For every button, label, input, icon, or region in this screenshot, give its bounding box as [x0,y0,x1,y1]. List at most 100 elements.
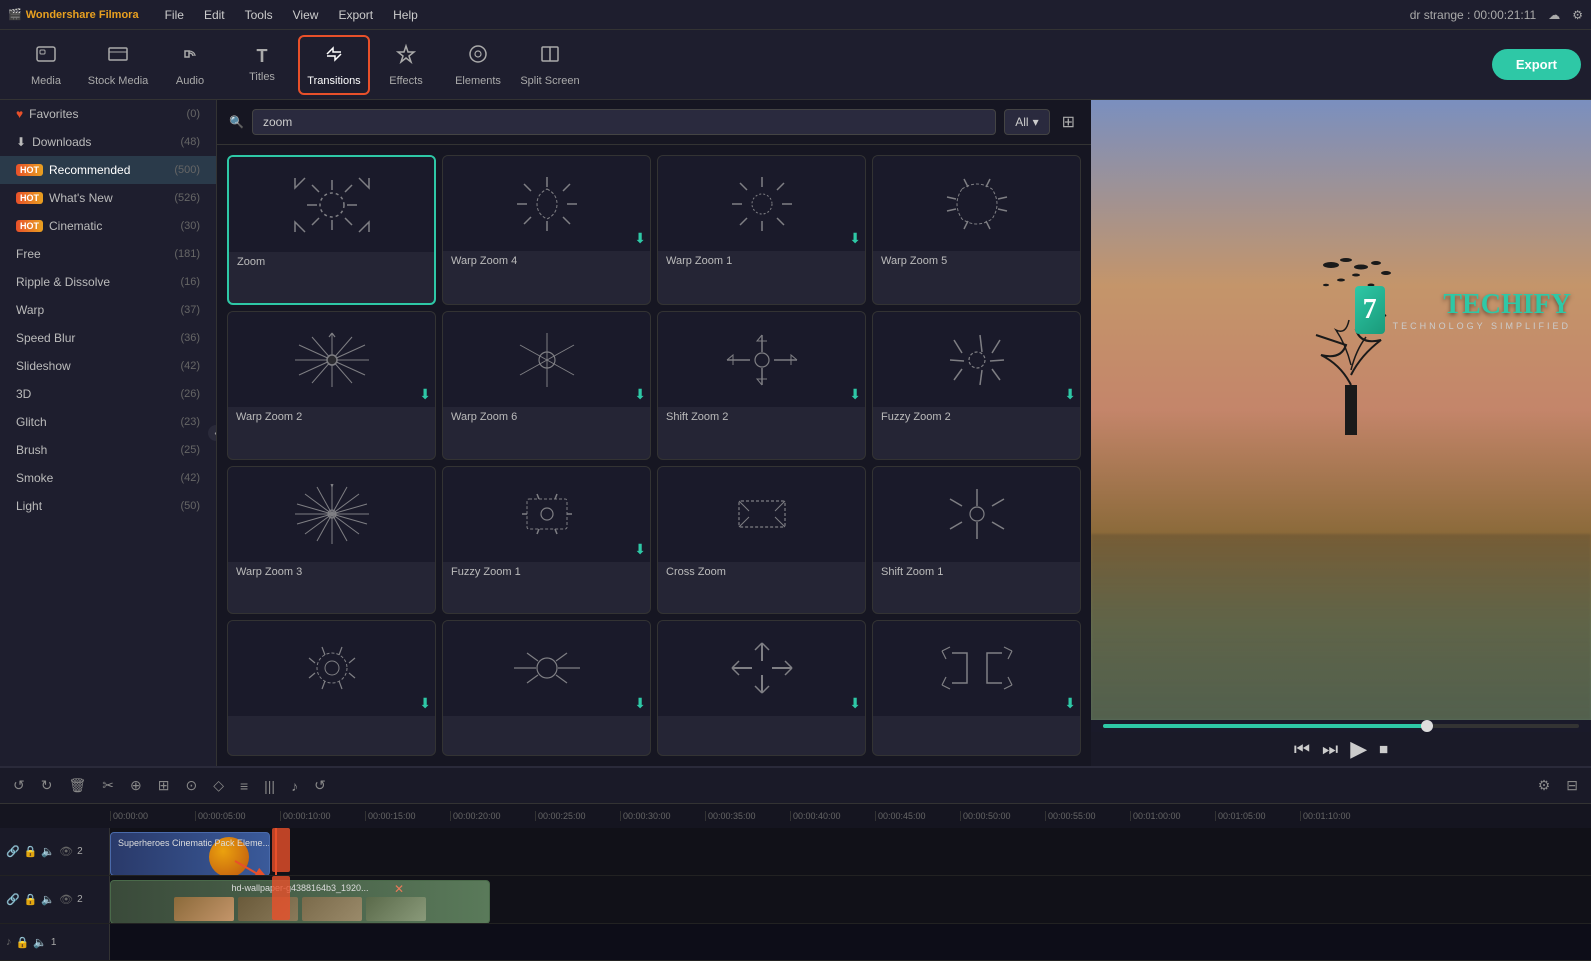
group-button[interactable]: ⊞ [153,774,175,797]
track-eye-icon[interactable]: 👁 [59,845,73,858]
export-button[interactable]: Export [1492,49,1581,80]
ruler-mark: 00:00:05:00 [195,811,280,821]
video-clip-wallpaper[interactable]: hd-wallpaper-g4388164b3_1920... [110,880,490,923]
skip-back-button[interactable]: ⏮ [1294,739,1310,760]
transition-warp-zoom-3-thumb [228,467,435,562]
ruler-mark: 00:00:00 [110,811,195,821]
transition-warp-zoom-5[interactable]: Warp Zoom 5 [872,155,1081,305]
toolbar-audio[interactable]: Audio [154,35,226,95]
sidebar-item-brush[interactable]: Brush (25) [0,436,216,464]
track-vol-icon[interactable]: 🔈 [33,936,47,949]
marker-button[interactable]: ◇ [208,774,229,797]
download-icon[interactable]: ⬇ [634,541,646,558]
play-button[interactable]: ▶ [1350,736,1367,762]
transition-warp-zoom-1[interactable]: ⬇ Warp Zoom 1 [657,155,866,305]
transition-shift-zoom-1[interactable]: Shift Zoom 1 [872,466,1081,614]
sidebar-item-whats-new[interactable]: HOT What's New (526) [0,184,216,212]
progress-handle[interactable] [1421,720,1433,732]
sidebar-item-smoke[interactable]: Smoke (42) [0,464,216,492]
sidebar-item-speed-blur[interactable]: Speed Blur (36) [0,324,216,352]
toolbar-titles-label: Titles [249,71,275,83]
menu-edit[interactable]: Edit [194,0,235,29]
transition-zoom[interactable]: Zoom [227,155,436,305]
download-icon[interactable]: ⬇ [634,230,646,247]
sidebar-item-light[interactable]: Light (50) [0,492,216,520]
transition-row4-2[interactable]: ⬇ [442,620,651,756]
toolbar-effects[interactable]: Effects [370,35,442,95]
download-icon[interactable]: ⬇ [849,386,861,403]
track-link-icon-v2[interactable]: 🔗 [6,893,20,906]
sidebar-item-glitch[interactable]: Glitch (23) [0,408,216,436]
transition-cross-zoom[interactable]: Cross Zoom [657,466,866,614]
download-icon[interactable]: ⬇ [634,386,646,403]
menu-file[interactable]: File [155,0,194,29]
transition-row4-3[interactable]: ⬇ [657,620,866,756]
filter-label: All [1015,115,1028,129]
menu-export[interactable]: Export [328,0,383,29]
track-audio-icon-v2[interactable]: 🔈 [41,893,55,906]
crop-button[interactable]: ⊕ [125,774,147,797]
sidebar-item-favorites[interactable]: ♥ Favorites (0) [0,100,216,128]
menu-tools[interactable]: Tools [235,0,283,29]
full-screen-timeline-button[interactable]: ⊟ [1561,774,1583,797]
step-back-button[interactable]: ⏭ [1322,739,1338,760]
freeze-button[interactable]: ⊙ [180,774,202,797]
download-icon[interactable]: ⬇ [1064,386,1076,403]
toolbar-titles[interactable]: T Titles [226,35,298,95]
sidebar-item-recommended[interactable]: HOT Recommended (500) [0,156,216,184]
sidebar-item-slideshow[interactable]: Slideshow (42) [0,352,216,380]
transition-warp-zoom-3[interactable]: Warp Zoom 3 [227,466,436,614]
delete-button[interactable]: 🗑 [63,774,91,797]
track-audio-icon[interactable]: 🔈 [41,845,55,858]
reset-button[interactable]: ↺ [309,774,331,797]
render-button[interactable]: ⚙ [1533,774,1556,797]
cut-button[interactable]: ✂ [97,774,119,797]
redo-button[interactable]: ↻ [36,774,58,797]
sidebar-item-downloads[interactable]: ⬇ Downloads (48) [0,128,216,156]
search-filter[interactable]: All ▾ [1004,109,1049,135]
preview-progress-bar[interactable] [1103,724,1579,728]
sidebar-item-free[interactable]: Free (181) [0,240,216,268]
download-icon[interactable]: ⬇ [849,695,861,712]
search-input[interactable] [252,109,996,135]
ripple-button[interactable]: ||| [259,775,280,797]
track-lock-icon-a[interactable]: 🔒 [16,936,30,949]
toolbar-media[interactable]: Media [10,35,82,95]
sidebar-item-warp[interactable]: Warp (37) [0,296,216,324]
transition-fuzzy-zoom-2[interactable]: ⬇ Fuzzy Zoom 2 [872,311,1081,459]
playhead[interactable] [275,828,277,875]
stop-button[interactable]: ⏹ [1379,739,1388,760]
download-icon[interactable]: ⬇ [1064,695,1076,712]
transition-warp-zoom-4[interactable]: ⬇ Warp Zoom 4 [442,155,651,305]
undo-button[interactable]: ↺ [8,774,30,797]
download-icon[interactable]: ⬇ [419,386,431,403]
download-icon[interactable]: ⬇ [419,695,431,712]
track-lock-icon[interactable]: 🔒 [24,845,38,858]
panel-collapse-arrow[interactable]: ‹ [208,425,217,441]
toolbar-stock[interactable]: Stock Media [82,35,154,95]
toolbar-elements[interactable]: Elements [442,35,514,95]
adjust-button[interactable]: ≡ [235,775,253,797]
menu-view[interactable]: View [283,0,329,29]
sidebar-item-cinematic[interactable]: HOT Cinematic (30) [0,212,216,240]
sidebar-item-3d[interactable]: 3D (26) [0,380,216,408]
download-icon[interactable]: ⬇ [849,230,861,247]
transition-warp-zoom-2[interactable]: ⬇ Warp Zoom 2 [227,311,436,459]
track-link-icon[interactable]: 🔗 [6,845,20,858]
toolbar-split[interactable]: Split Screen [514,35,586,95]
transition-row4-4[interactable]: ⬇ [872,620,1081,756]
track-eye-icon-v2[interactable]: 👁 [59,893,73,906]
toolbar-transitions[interactable]: Transitions [298,35,370,95]
transition-shift-zoom-2[interactable]: ⬇ Shift Zoom 2 [657,311,866,459]
settings-icon[interactable]: ⚙ [1572,8,1583,22]
menu-help[interactable]: Help [383,0,428,29]
download-icon[interactable]: ⬇ [634,695,646,712]
transition-warp-zoom-6[interactable]: ⬇ Warp Zoom 6 [442,311,651,459]
track-lock-icon-v2[interactable]: 🔒 [24,893,38,906]
audio-button[interactable]: ♪ [286,775,303,797]
clip-close-icon[interactable]: ✕ [394,882,404,896]
sidebar-item-ripple[interactable]: Ripple & Dissolve (16) [0,268,216,296]
transition-fuzzy-zoom-1[interactable]: ⬇ Fuzzy Zoom 1 [442,466,651,614]
transition-row4-1[interactable]: ⬇ [227,620,436,756]
grid-toggle-icon[interactable]: ⊞ [1058,108,1079,136]
